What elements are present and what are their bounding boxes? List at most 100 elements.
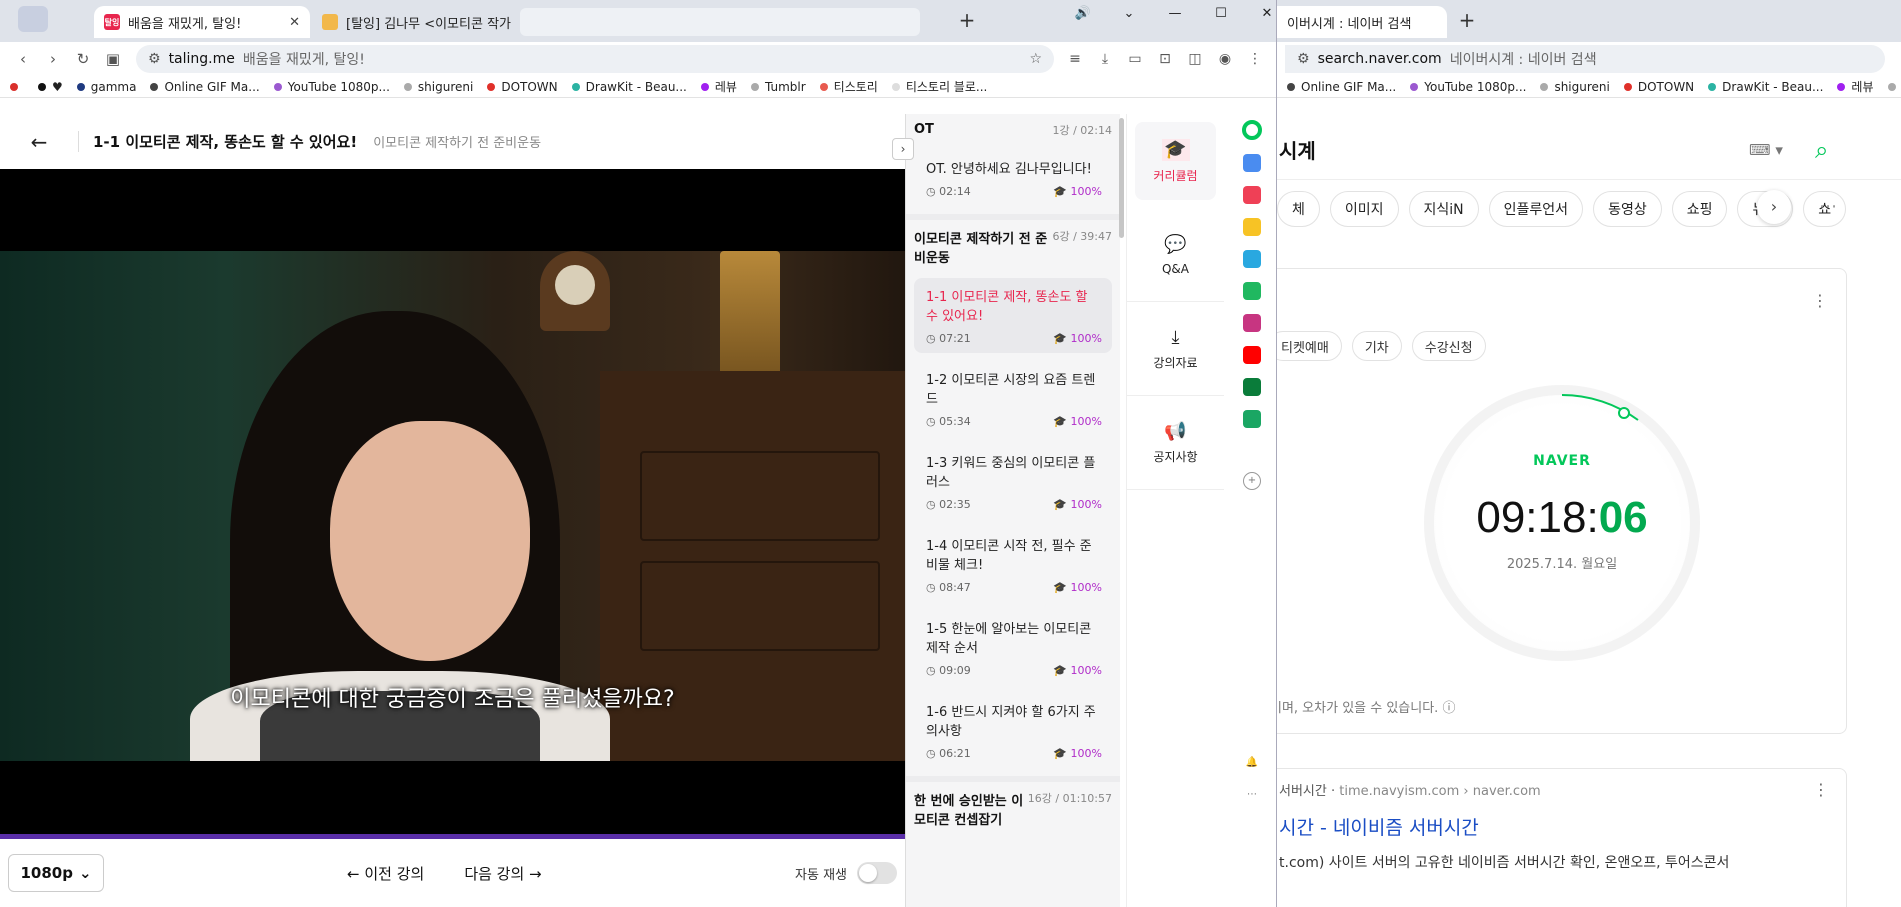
bookmark-item[interactable]: Online GIF Ma... bbox=[1287, 80, 1396, 94]
back-arrow-icon[interactable]: ← bbox=[0, 130, 78, 154]
tab-taling-home[interactable]: 탈잉 배움을 재밌게, 탈잉! ✕ bbox=[94, 6, 310, 38]
curriculum-scrollbar[interactable] bbox=[1119, 118, 1124, 238]
instagram-icon[interactable] bbox=[1243, 314, 1261, 332]
search-category-tab[interactable]: 이미지 bbox=[1329, 191, 1399, 227]
more-icon[interactable]: ⋯ bbox=[1243, 786, 1261, 804]
youtube-icon[interactable] bbox=[1243, 346, 1261, 364]
chrome-profile-icon[interactable] bbox=[18, 6, 48, 32]
curriculum-section-header[interactable]: OT 1강 / 02:14 bbox=[906, 114, 1120, 146]
site-info-icon[interactable]: ⚙ bbox=[148, 51, 161, 67]
close-tab-icon[interactable]: ✕ bbox=[283, 15, 300, 30]
bookmark-item[interactable]: Tumblr bbox=[750, 80, 806, 94]
rail-materials[interactable]: ⤓ 강의자료 bbox=[1127, 302, 1224, 396]
collapse-panel-chevron-icon[interactable]: › bbox=[892, 138, 914, 160]
lesson-item[interactable]: 1-3 키워드 중심의 이모티콘 플러스 ◷ 02:35 🎓 100% bbox=[914, 444, 1112, 519]
menu-dots-icon[interactable]: ⋮ bbox=[1242, 51, 1268, 67]
shortcut-chip[interactable]: 기차 bbox=[1351, 331, 1402, 361]
split-view-icon[interactable]: ◫ bbox=[1182, 51, 1208, 67]
add-panel-icon[interactable]: + bbox=[1243, 472, 1261, 490]
volume-icon[interactable]: 🔊 bbox=[1060, 0, 1106, 28]
minimize-button[interactable]: — bbox=[1152, 0, 1198, 28]
bookmark-item[interactable]: gamma bbox=[76, 80, 136, 94]
line-app-icon[interactable] bbox=[1243, 282, 1261, 300]
rail-notice[interactable]: 📢 공지사항 bbox=[1127, 396, 1224, 490]
search-icon[interactable]: ⌕ bbox=[1815, 136, 1828, 164]
result-title-link[interactable]: 시간 - 네이비즘 서버시간 bbox=[1279, 813, 1901, 840]
robot-app-icon[interactable] bbox=[1243, 410, 1261, 428]
shortcut-chip[interactable]: 수강신청 bbox=[1411, 331, 1486, 361]
search-query-text[interactable]: 시계 bbox=[1279, 135, 1316, 164]
info-icon[interactable]: ⓘ bbox=[1442, 701, 1455, 716]
download-icon[interactable]: ⤓ bbox=[1092, 51, 1118, 67]
close-window-button[interactable]: ✕ bbox=[1244, 0, 1276, 28]
rail-curriculum[interactable]: 🎓 커리큘럼 bbox=[1135, 122, 1216, 200]
lesson-item[interactable]: 1-6 반드시 지켜야 할 6가지 주의사항 ◷ 06:21 🎓 100% bbox=[914, 693, 1112, 768]
site-info-icon[interactable]: ⚙ bbox=[1297, 51, 1310, 67]
shortcut-chip[interactable]: 티켓예매 bbox=[1277, 331, 1342, 361]
edge-icon[interactable] bbox=[1243, 250, 1261, 268]
curriculum-section-header[interactable]: 이모티콘 제작하기 전 준비운동 6강 / 39:47 bbox=[906, 220, 1120, 274]
autoplay-toggle[interactable] bbox=[857, 862, 897, 884]
bookmark-item[interactable]: YouTube 1080p... bbox=[1410, 80, 1526, 94]
lesson-item[interactable]: 1-2 이모티콘 시장의 요즘 트렌드 ◷ 05:34 🎓 100% bbox=[914, 361, 1112, 436]
bookmark-item[interactable]: 티스토리 bbox=[819, 78, 878, 95]
reload-icon[interactable]: ↻ bbox=[68, 50, 98, 68]
curriculum-section-header[interactable]: 한 번에 승인받는 이모티콘 컨셉잡기 16강 / 01:10:57 bbox=[906, 782, 1120, 836]
keyboard-icon[interactable]: ⌨ ▾ bbox=[1749, 141, 1783, 159]
bookmark-item[interactable]: 레뷰 bbox=[1837, 78, 1874, 95]
tabs-more-icon[interactable]: ⋯ bbox=[1819, 196, 1837, 217]
search-category-tab[interactable]: 지식iN bbox=[1408, 191, 1479, 227]
tabs-next-chevron-icon[interactable]: › bbox=[1757, 190, 1791, 224]
search-category-tab[interactable]: 동영상 bbox=[1593, 191, 1662, 227]
lesson-item[interactable]: 1-1 이모티콘 제작, 똥손도 할 수 있어요! ◷ 07:21 🎓 100% bbox=[914, 278, 1112, 353]
search-category-tab[interactable]: 인플루언서 bbox=[1488, 191, 1584, 227]
tab-naver-clock[interactable]: 이버시계 : 네이버 검색 bbox=[1277, 6, 1447, 38]
bell-icon[interactable]: 🔔 bbox=[1243, 754, 1261, 772]
bookmark-item[interactable]: shigureni bbox=[403, 80, 473, 94]
quality-select[interactable]: 1080p ⌄ bbox=[8, 854, 104, 892]
address-bar[interactable]: ⚙ search.naver.com 네이버시계 : 네이버 검색 bbox=[1285, 45, 1885, 73]
lesson-item[interactable]: 1-4 이모티콘 시작 전, 필수 준비물 체크! ◷ 08:47 🎓 100% bbox=[914, 527, 1112, 602]
tab-taling-course[interactable]: [탈잉] 김나무 <이모티콘 작가 데 bbox=[312, 6, 512, 38]
search-category-tab[interactable]: 쇼핑 bbox=[1671, 191, 1728, 227]
video-player[interactable]: 이모티콘에 대한 궁금증이 조금은 풀리셨을까요? bbox=[0, 169, 905, 839]
star-app-icon[interactable] bbox=[1243, 218, 1261, 236]
bookmark-star-icon[interactable]: ☆ bbox=[1029, 51, 1042, 67]
bookmark-item[interactable] bbox=[10, 82, 24, 91]
forward-icon[interactable]: › bbox=[38, 50, 68, 68]
bookmark-item[interactable]: 티스토리 블로... bbox=[891, 78, 987, 95]
naver-circle-icon[interactable] bbox=[1242, 120, 1262, 140]
bookmark-item[interactable]: DrawKit - Beau... bbox=[571, 80, 687, 94]
notion-icon[interactable]: ▣ bbox=[98, 50, 128, 68]
tab-search-chevron-icon[interactable]: ⌄ bbox=[1106, 0, 1152, 28]
chart-app-icon[interactable] bbox=[1243, 378, 1261, 396]
pocket-icon[interactable] bbox=[1243, 186, 1261, 204]
back-icon[interactable]: ‹ bbox=[8, 50, 38, 68]
reading-list-icon[interactable]: ≡ bbox=[1062, 51, 1088, 67]
bookmark-item[interactable]: YouTube 1080p... bbox=[273, 80, 390, 94]
tab-search-box[interactable] bbox=[520, 8, 920, 36]
new-tab-button[interactable]: + bbox=[1453, 8, 1481, 32]
address-bar[interactable]: ⚙ taling.me 배움을 재밌게, 탈잉! ☆ bbox=[136, 45, 1054, 73]
more-options-icon[interactable]: ⋮ bbox=[1812, 291, 1828, 310]
rail-qna[interactable]: 💬 Q&A bbox=[1127, 208, 1224, 302]
bookmark-item[interactable]: Online GIF Ma... bbox=[150, 80, 260, 94]
bookmark-item[interactable]: 레뷰 bbox=[700, 78, 737, 95]
bookmark-item[interactable]: DOTOWN bbox=[487, 80, 558, 94]
bookmark-item[interactable]: DrawKit - Beau... bbox=[1708, 80, 1823, 94]
maximize-button[interactable]: ☐ bbox=[1198, 0, 1244, 28]
lesson-item[interactable]: 1-5 한눈에 알아보는 이모티콘 제작 순서 ◷ 09:09 🎓 100% bbox=[914, 610, 1112, 685]
next-lecture-button[interactable]: 다음 강의 → bbox=[464, 863, 541, 884]
search-category-tab[interactable]: 체 bbox=[1277, 191, 1320, 227]
bookmark-item[interactable]: Tumblr bbox=[1887, 80, 1901, 94]
result-source-host[interactable]: time.navyism.com › naver.com bbox=[1339, 784, 1540, 799]
prev-lecture-button[interactable]: ← 이전 강의 bbox=[347, 863, 424, 884]
bookmark-item[interactable]: DOTOWN bbox=[1623, 80, 1694, 94]
bookmark-item[interactable]: ♥ bbox=[38, 80, 63, 94]
screenshot-icon[interactable]: ⊡ bbox=[1152, 51, 1178, 67]
lesson-item[interactable]: OT. 안녕하세요 김나무입니다! ◷ 02:14 🎓 100% bbox=[914, 150, 1112, 206]
new-tab-button[interactable]: + bbox=[953, 8, 981, 32]
bookmark-item[interactable]: shigureni bbox=[1540, 80, 1610, 94]
result-more-icon[interactable]: ⋮ bbox=[1813, 780, 1829, 799]
calendar-app-icon[interactable] bbox=[1243, 154, 1261, 172]
